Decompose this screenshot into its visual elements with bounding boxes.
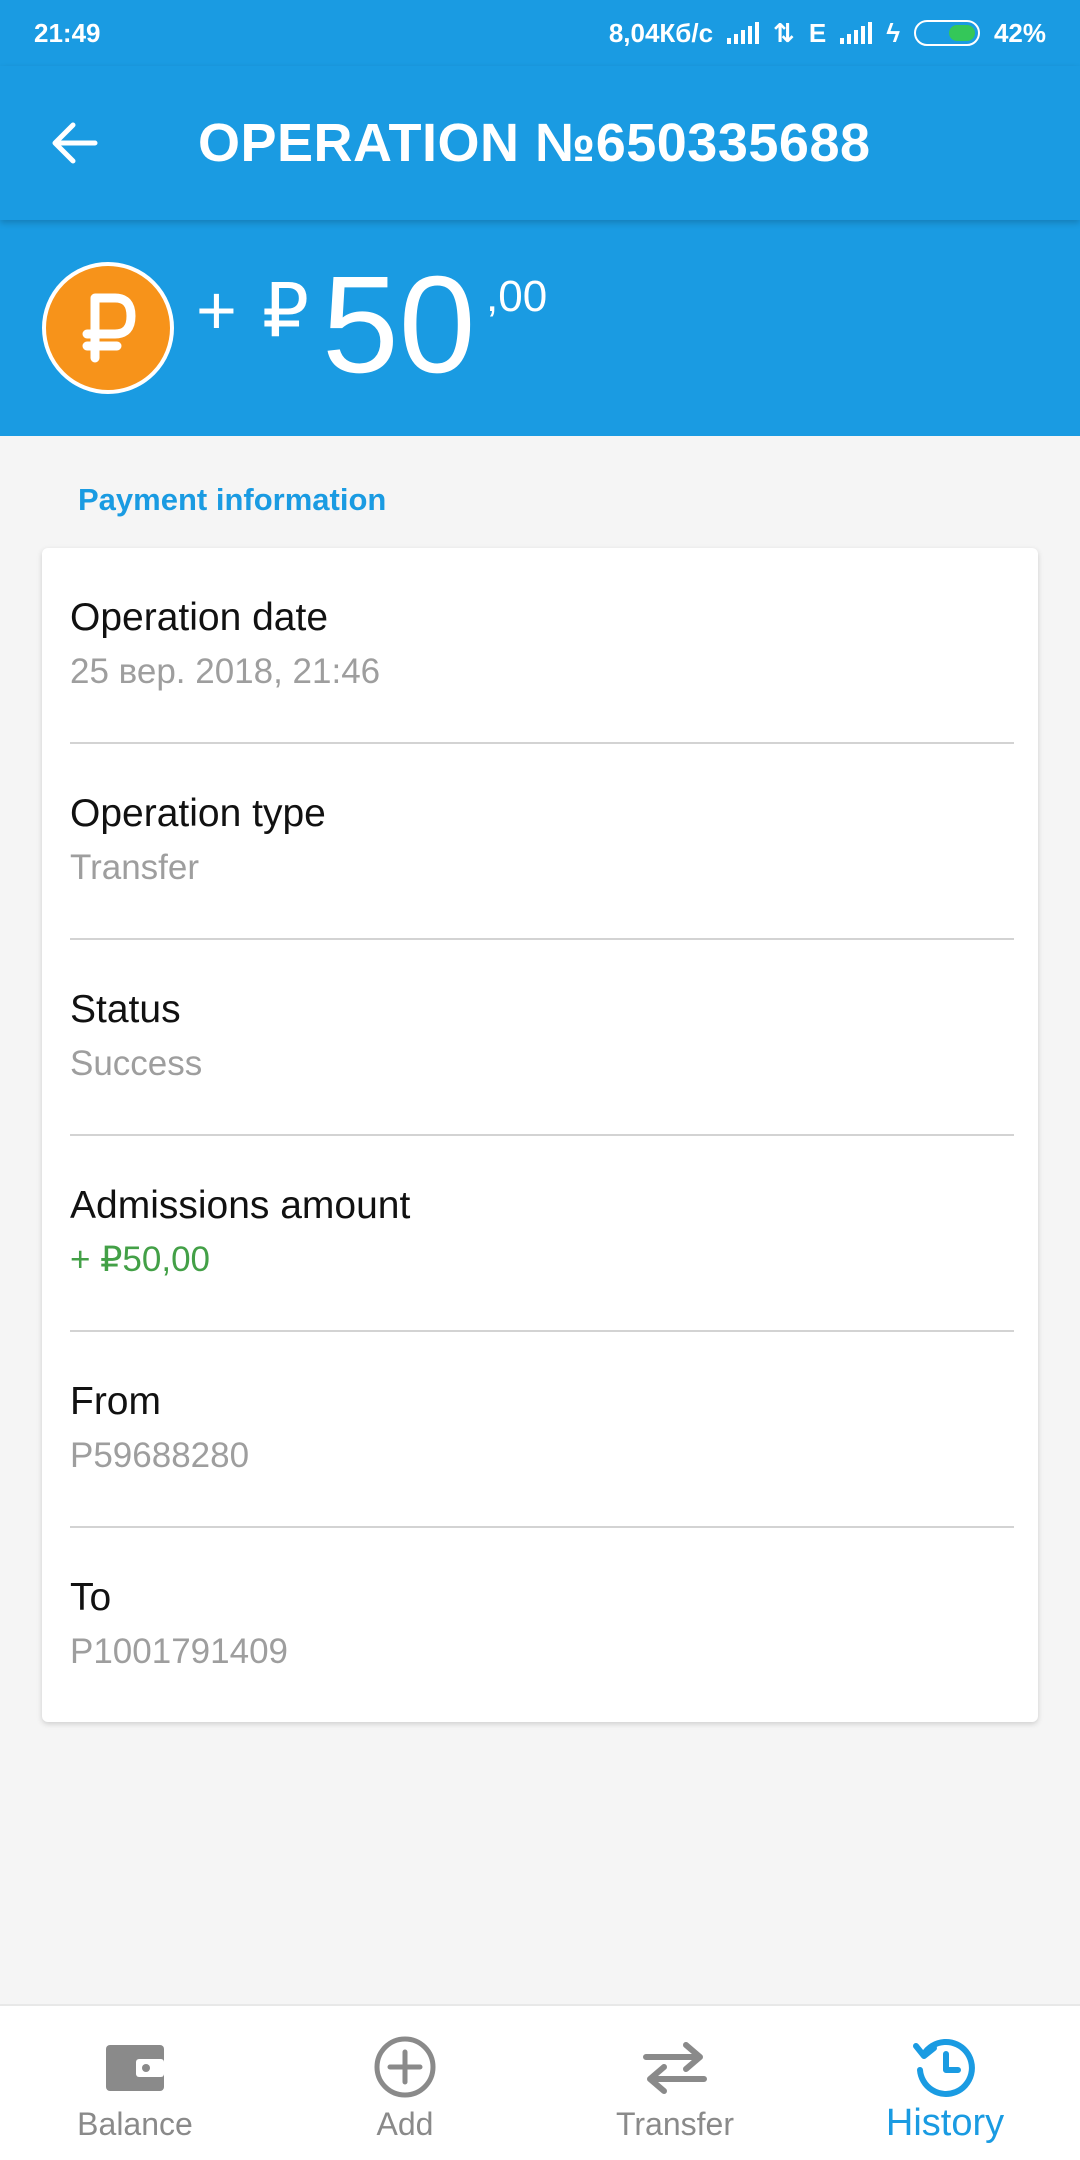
detail-label: Operation date [70,596,329,639]
battery-level: 42% [993,17,1046,48]
bottom-navigation: Balance Add Transfer History [0,2004,1080,2160]
network-type: E [808,17,827,48]
detail-value: + ₽50,00 [70,1240,211,1279]
status-indicators: 8,04Кб/с ⇅ E ϟ 42% [609,18,1046,49]
detail-row-operation-type: Operation type Transfer [70,744,1014,940]
detail-row-from: From P59688280 [70,1332,1014,1528]
detail-row-status: Status Success [70,940,1014,1136]
nav-label: History [885,2102,1005,2144]
detail-row-to: To P1001791409 [70,1528,1014,1724]
add-circle-icon [365,2032,445,2102]
nav-label: Add [376,2106,434,2142]
nav-item-add[interactable]: Add [270,2006,540,2160]
signal-2-icon [840,22,873,44]
nav-item-balance[interactable]: Balance [0,2006,270,2160]
amount-cents: ,00 [486,272,548,321]
detail-label: To [70,1576,112,1619]
detail-value: 25 вер. 2018, 21:46 [70,652,381,691]
charging-icon: ϟ [886,17,900,48]
back-button[interactable] [40,110,110,176]
app-bar: OPERATION №650335688 [0,66,1080,220]
signal-icon [727,22,760,44]
status-time: 21:49 [34,17,101,48]
detail-label: Operation type [70,792,326,835]
detail-value: Transfer [70,848,200,887]
detail-row-operation-date: Operation date 25 вер. 2018, 21:46 [70,548,1014,744]
amount-value: 50 [322,248,476,402]
detail-value: P59688280 [70,1436,250,1475]
nav-label: Transfer [616,2106,734,2142]
detail-label: Status [70,988,181,1031]
detail-label: From [70,1380,161,1423]
page-title: OPERATION №650335688 [198,113,871,173]
wallet-icon [95,2032,175,2102]
detail-row-admissions-amount: Admissions amount + ₽50,00 [70,1136,1014,1332]
detail-value: P1001791409 [70,1632,288,1671]
ruble-coin-icon [42,262,174,394]
detail-value: Success [70,1044,203,1083]
arrow-back-icon [52,122,98,164]
battery-icon [913,20,980,46]
section-title: Payment information [78,482,387,517]
transfer-arrows-icon [635,2032,715,2102]
nav-item-history[interactable]: History [810,2006,1080,2160]
network-speed: 8,04Кб/с [608,17,714,48]
data-transfer-icon: ⇅ [773,17,795,48]
amount-currency: ₽ [262,269,310,352]
nav-label: Balance [77,2106,193,2142]
history-icon [905,2032,985,2102]
amount-sign: + [196,271,237,349]
status-bar: 21:49 8,04Кб/с ⇅ E ϟ 42% [0,0,1080,66]
amount-header: + ₽ 50 ,00 [0,220,1080,436]
payment-info-card: Operation date 25 вер. 2018, 21:46 Opera… [42,548,1038,1722]
detail-label: Admissions amount [70,1184,411,1227]
nav-item-transfer[interactable]: Transfer [540,2006,810,2160]
